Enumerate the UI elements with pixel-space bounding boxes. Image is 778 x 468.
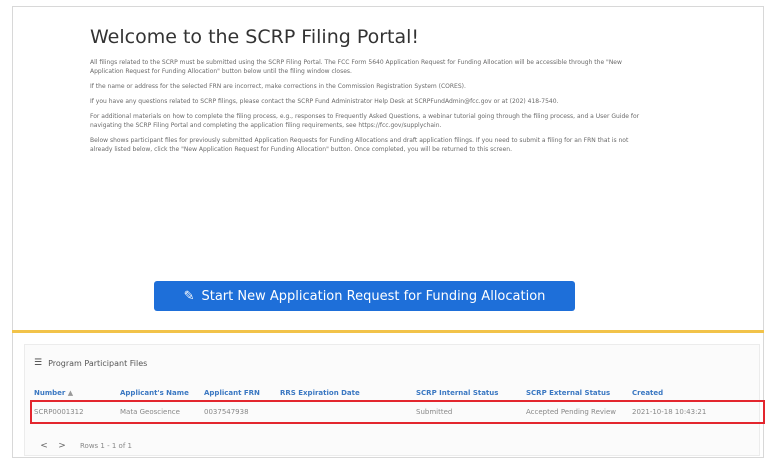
cell-created: 2021-10-18 10:43:21: [632, 408, 707, 416]
cores-paragraph: If the name or address for the selected …: [90, 83, 466, 90]
column-header-internal-status[interactable]: SCRP Internal Status: [416, 389, 498, 397]
section-divider: [12, 330, 764, 333]
column-header-rrs-expiration[interactable]: RRS Expiration Date: [280, 389, 360, 397]
column-header-created[interactable]: Created: [632, 389, 663, 397]
rows-summary: Rows 1 - 1 of 1: [80, 442, 132, 450]
column-header-external-status[interactable]: SCRP External Status: [526, 389, 610, 397]
previous-page-button[interactable]: <: [38, 440, 50, 452]
start-new-application-label: Start New Application Request for Fundin…: [201, 288, 546, 304]
list-icon: ☰: [34, 358, 43, 368]
panel-title-label: Program Participant Files: [48, 358, 148, 368]
page-title: Welcome to the SCRP Filing Portal!: [90, 26, 420, 48]
cell-external-status: Accepted Pending Review: [526, 408, 617, 416]
helpdesk-paragraph: If you have any questions related to SCR…: [90, 98, 559, 105]
welcome-section: Welcome to the SCRP Filing Portal! All f…: [90, 26, 650, 160]
sort-ascending-icon: ▲: [67, 389, 74, 397]
files-paragraph: Below shows participant files for previo…: [90, 137, 629, 153]
table-row[interactable]: SCRP0001312 Mata Geoscience 0037547938 S…: [34, 402, 764, 420]
pagination: < > Rows 1 - 1 of 1: [38, 440, 132, 452]
cell-applicant-name: Mata Geoscience: [120, 408, 180, 416]
table-header: Number ▲ Applicant's Name Applicant FRN …: [34, 386, 764, 401]
materials-paragraph: For additional materials on how to compl…: [90, 113, 640, 129]
column-header-number[interactable]: Number ▲: [34, 389, 73, 397]
intro-paragraph: All filings related to the SCRP must be …: [90, 59, 622, 75]
next-page-button[interactable]: >: [56, 440, 68, 452]
pencil-icon: ✎: [183, 288, 195, 304]
column-header-applicant-name[interactable]: Applicant's Name: [120, 389, 189, 397]
cell-applicant-frn: 0037547938: [204, 408, 249, 416]
cell-number[interactable]: SCRP0001312: [34, 408, 84, 416]
column-header-applicant-frn[interactable]: Applicant FRN: [204, 389, 260, 397]
cell-internal-status: Submitted: [416, 408, 453, 416]
panel-title: ☰ Program Participant Files: [34, 358, 147, 368]
start-new-application-button[interactable]: ✎ Start New Application Request for Fund…: [154, 281, 575, 311]
column-header-number-label: Number: [34, 389, 66, 397]
